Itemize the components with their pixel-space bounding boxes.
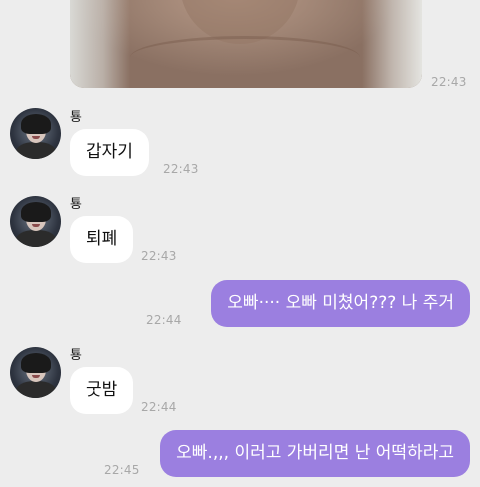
avatar-hair <box>21 202 51 222</box>
incoming-message-bubble[interactable]: 갑자기 <box>70 129 149 176</box>
avatar-hair <box>21 353 51 373</box>
message-time: 22:44 <box>146 313 182 327</box>
avatar-body <box>16 142 56 159</box>
outgoing-message-bubble[interactable]: 오빠···· 오빠 미쳤어??? 나 주거 <box>211 280 470 327</box>
sender-name: 툥 <box>70 197 82 212</box>
avatar-body <box>16 230 56 247</box>
message-time: 22:43 <box>431 75 467 89</box>
avatar[interactable] <box>10 347 61 398</box>
avatar[interactable] <box>10 108 61 159</box>
sender-name: 툥 <box>70 110 82 125</box>
shared-photo[interactable] <box>70 0 422 88</box>
sender-name: 툥 <box>70 348 82 363</box>
message-time: 22:43 <box>163 162 199 176</box>
photo-shade-right <box>362 0 422 88</box>
outgoing-message-bubble[interactable]: 오빠.,,, 이러고 가버리면 난 어떡하라고 <box>160 430 470 477</box>
incoming-message-bubble[interactable]: 퇴폐 <box>70 216 134 263</box>
message-time: 22:43 <box>141 249 177 263</box>
message-time: 22:44 <box>141 400 177 414</box>
photo-collarbone <box>130 36 360 79</box>
avatar-body <box>16 381 56 398</box>
photo-shade-left <box>70 0 130 88</box>
incoming-message-bubble[interactable]: 굿밤 <box>70 367 134 414</box>
avatar-hair <box>21 114 51 134</box>
avatar[interactable] <box>10 196 61 247</box>
message-time: 22:45 <box>104 463 140 477</box>
